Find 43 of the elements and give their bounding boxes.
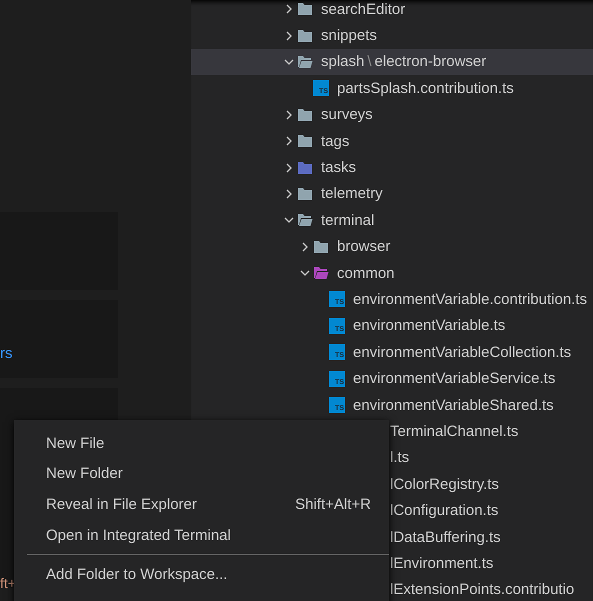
shortcut-text: Shift+Alt+R [295, 496, 371, 513]
folder-name: tags [321, 132, 350, 150]
file-name: environmentVariableCollection.ts [353, 344, 572, 361]
file-name: lEnvironment.ts [390, 554, 494, 572]
menu-item[interactable]: Open in Integrated Terminal [14, 520, 389, 550]
folder-name: tasks [321, 159, 356, 176]
path-separator: \ [367, 53, 372, 70]
folder-name: snippets [321, 27, 377, 44]
file-name: environmentVariable.ts [353, 317, 506, 334]
tree-item[interactable]: snippets [191, 22, 593, 49]
tree-item[interactable]: searchEditor [191, 0, 593, 22]
file-name: lColorRegistry.ts [390, 476, 499, 493]
shortcut-text: ft+ [0, 575, 16, 591]
folder-name: terminal [321, 212, 374, 229]
folder-name: searchEditor [321, 0, 406, 18]
menu-item[interactable]: New Folder [14, 458, 389, 490]
file-name: environmentVariable.contribution.ts [353, 290, 588, 308]
file-name: l.ts [390, 449, 410, 466]
tree-item[interactable]: telemetry [191, 180, 593, 208]
folder-name: splash [321, 53, 364, 70]
file-name: lDataBuffering.ts [390, 528, 501, 546]
menu-item[interactable]: Reveal in File Explorer Shift+Alt+R [14, 489, 389, 520]
file-name: TerminalChannel.ts [390, 422, 518, 440]
tree-item[interactable]: tags [191, 128, 593, 154]
tree-item[interactable]: common [191, 260, 593, 286]
folder-name: common [337, 264, 395, 282]
file-name: partsSplash.contribution.ts [337, 80, 514, 97]
file-name: environmentVariableService.ts [353, 370, 556, 388]
folder-name: surveys [321, 106, 373, 124]
file-name: lExtensionPoints.contributio [390, 581, 574, 598]
file-name: environmentVariableShared.ts [353, 396, 554, 414]
file-name: lConfiguration.ts [390, 502, 498, 520]
folder-name: electron-browser [374, 53, 486, 70]
menu-item[interactable]: Add Folder to Workspace... [14, 559, 389, 590]
tree-item[interactable]: browser [191, 234, 593, 260]
tree-item[interactable]: splash \ electron-browser [191, 48, 593, 76]
menu-item[interactable]: New File [14, 428, 389, 459]
link[interactable]: rs [0, 345, 12, 362]
folder-name: telemetry [321, 185, 383, 202]
tree-item[interactable]: surveys [191, 102, 593, 128]
tree-item[interactable]: tasks [191, 154, 593, 181]
folder-name: browser [337, 238, 390, 256]
tree-item[interactable]: terminal [191, 207, 593, 234]
